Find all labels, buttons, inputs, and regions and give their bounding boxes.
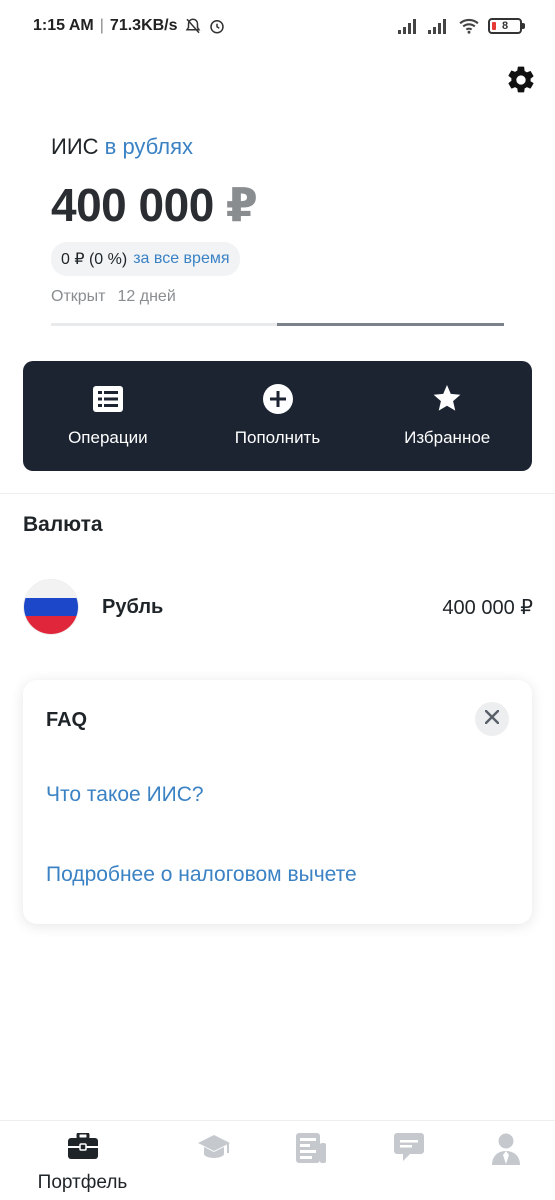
gear-icon [505, 64, 537, 101]
balance-currency: ₽ [225, 179, 258, 231]
bottom-nav: Портфель [0, 1120, 555, 1200]
nav-portfolio[interactable]: Портфель [0, 1121, 165, 1194]
faq-card: FAQ Что такое ИИС? Подробнее о налоговом… [23, 680, 532, 924]
close-icon [484, 709, 500, 729]
nav-news[interactable] [263, 1121, 361, 1168]
star-icon [432, 384, 462, 414]
news-icon [296, 1133, 327, 1168]
account-currency-selector[interactable]: в рублях [105, 134, 193, 159]
battery-icon: 8 [488, 18, 525, 34]
faq-title: FAQ [46, 709, 88, 731]
status-right: 8 [398, 18, 525, 34]
yield-period: за все время [133, 250, 230, 267]
page-indicator [51, 323, 504, 326]
status-bar: 1:15 AM | 71.3KB/s 8 [0, 0, 555, 52]
alarm-icon [208, 17, 226, 35]
operations-label: Операции [68, 428, 148, 447]
currency-row-rub[interactable]: Рубль 400 000 ₽ [23, 578, 533, 636]
nav-chat[interactable] [360, 1121, 458, 1166]
yield-value: 0 ₽ (0 %) [61, 251, 128, 268]
favorites-label: Избранное [404, 428, 491, 447]
faq-close-button[interactable] [475, 702, 509, 736]
top-up-label: Пополнить [234, 428, 321, 447]
list-icon [92, 384, 123, 414]
bell-off-icon [184, 17, 202, 35]
account-balance: 400 000 ₽ [51, 178, 525, 232]
status-time: 1:15 AM [33, 17, 94, 34]
settings-button[interactable] [503, 64, 539, 100]
status-left: 1:15 AM | 71.3KB/s [33, 17, 226, 35]
graduation-cap-icon [197, 1133, 231, 1166]
opened-info: Открыт 12 дней [51, 288, 525, 306]
russia-flag-icon [23, 579, 79, 635]
faq-link-what-is-iis[interactable]: Что такое ИИС? [46, 783, 204, 807]
nav-portfolio-label: Портфель [37, 1172, 128, 1193]
wifi-icon [458, 18, 480, 34]
nav-education[interactable] [165, 1121, 263, 1166]
currency-amount: 400 000 ₽ [442, 596, 533, 619]
top-up-button[interactable]: Пополнить [193, 361, 363, 471]
signal-icon [398, 18, 420, 34]
briefcase-icon [67, 1131, 98, 1164]
profile-icon [492, 1133, 521, 1170]
operations-button[interactable]: Операции [23, 361, 193, 471]
balance-value: 400 000 [51, 179, 214, 231]
yield-pill[interactable]: 0 ₽ (0 %) за все время [51, 242, 240, 276]
account-title: ИИС в рублях [51, 134, 525, 160]
page-indicator-active [277, 323, 504, 326]
chat-icon [393, 1133, 424, 1166]
opened-label: Открыт [51, 288, 106, 305]
action-bar: Операции Пополнить Избранное [23, 361, 532, 471]
status-separator: | [99, 17, 104, 34]
account-header: ИИС в рублях 400 000 ₽ 0 ₽ (0 %) за все … [51, 134, 525, 306]
signal-icon [428, 18, 450, 34]
opened-value: 12 дней [117, 288, 176, 305]
section-divider [0, 493, 555, 494]
plus-circle-icon [262, 384, 293, 414]
currency-name: Рубль [102, 595, 164, 618]
favorites-button[interactable]: Избранное [362, 361, 532, 471]
nav-profile[interactable] [458, 1121, 555, 1170]
currency-section-title: Валюта [23, 513, 103, 536]
faq-link-tax-deduction[interactable]: Подробнее о налоговом вычете [46, 863, 357, 887]
account-name: ИИС [51, 134, 99, 159]
status-speed: 71.3KB/s [109, 17, 178, 34]
